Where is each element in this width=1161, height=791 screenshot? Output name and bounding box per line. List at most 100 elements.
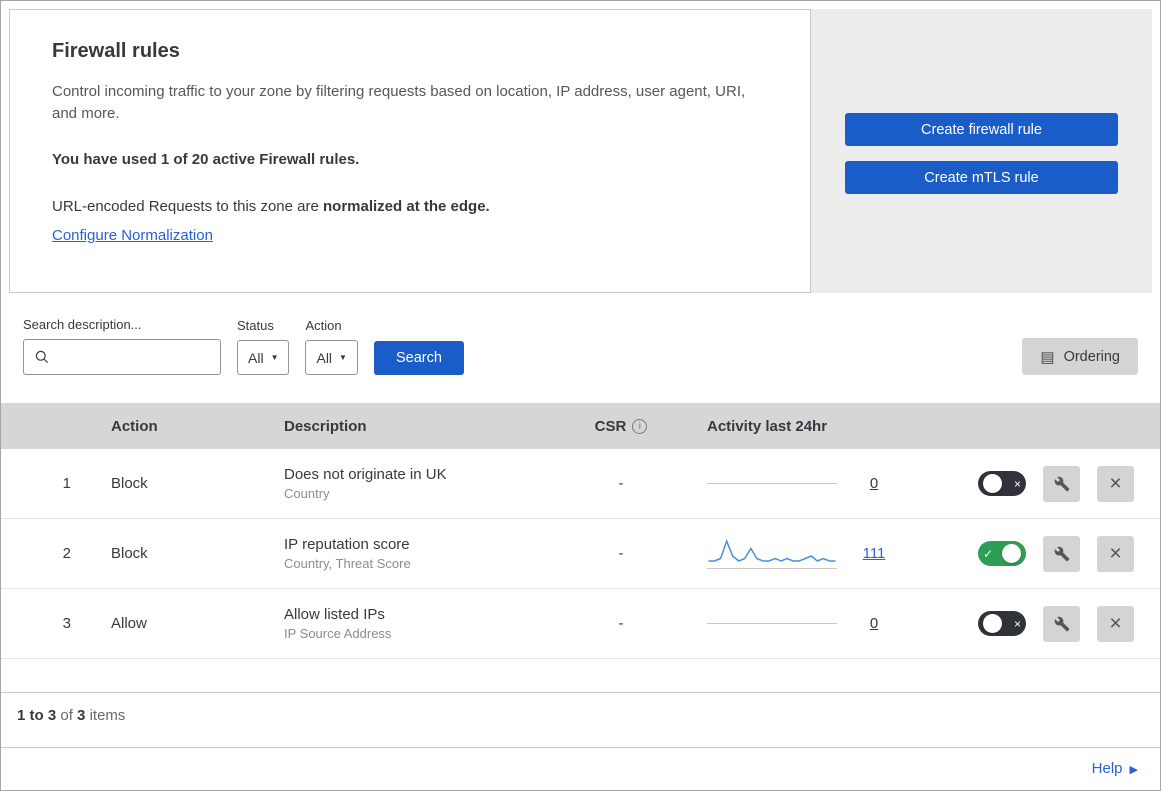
chevron-down-icon: ▼	[339, 353, 347, 362]
rule-activity-cell: 0	[677, 475, 909, 492]
rule-csr-value: -	[618, 615, 624, 632]
table-spacer	[1, 659, 1160, 692]
status-dropdown[interactable]: All ▼	[237, 340, 290, 375]
close-icon: ×	[1109, 472, 1122, 495]
x-icon: ×	[1013, 616, 1021, 631]
create-firewall-rule-button[interactable]: Create firewall rule	[845, 113, 1118, 146]
firewall-rules-page: Firewall rules Control incoming traffic …	[0, 0, 1161, 791]
rule-action: Block	[111, 545, 148, 562]
check-icon: ✓	[983, 546, 994, 561]
help-link[interactable]: Help ▶	[1092, 760, 1138, 777]
toggle-knob	[1002, 544, 1021, 563]
page-title: Firewall rules	[52, 40, 180, 62]
search-button[interactable]: Search	[373, 341, 464, 375]
pagination-summary: 1 to 3 of 3 items	[1, 692, 1160, 738]
rule-action: Allow	[111, 615, 147, 632]
activity-sparkline	[708, 538, 836, 562]
items-label: items	[89, 707, 126, 724]
action-dropdown-value: All	[316, 349, 333, 366]
wrench-icon	[1054, 616, 1069, 631]
firewall-intro-card: Firewall rules Control incoming traffic …	[9, 9, 811, 293]
search-icon	[35, 350, 49, 364]
rule-action: Block	[111, 475, 148, 492]
filter-toolbar: Search description... Status All ▼ Actio…	[1, 293, 1160, 403]
rule-csr-value: -	[618, 475, 624, 492]
ordering-button[interactable]: ▤ Ordering	[1022, 338, 1138, 375]
rule-activity-cell: 111	[677, 538, 909, 569]
actions-panel: Create firewall rule Create mTLS rule	[811, 9, 1152, 293]
page-description: Control incoming traffic to your zone by…	[52, 83, 746, 122]
search-input[interactable]	[58, 348, 210, 366]
activity-sparkline-area	[707, 538, 837, 569]
header-action-column: Action	[111, 417, 158, 435]
rule-description-cell: IP reputation score Country, Threat Scor…	[266, 536, 565, 571]
rule-description-cell: Allow listed IPs IP Source Address	[266, 606, 565, 641]
header-csr-column: CSR i	[565, 418, 677, 435]
close-icon: ×	[1109, 612, 1122, 635]
rule-criteria: IP Source Address	[284, 626, 392, 641]
action-label: Action	[305, 318, 342, 333]
close-icon: ×	[1109, 542, 1122, 565]
items-range: 1 to 3	[17, 707, 57, 724]
create-mtls-rule-button[interactable]: Create mTLS rule	[845, 161, 1118, 194]
toggle-knob	[983, 614, 1002, 633]
configure-normalization-link[interactable]: Configure Normalization	[52, 227, 213, 244]
rule-criteria: Country, Threat Score	[284, 556, 411, 571]
arrow-right-icon: ▶	[1129, 764, 1138, 776]
rule-row-3: 3 Allow Allow listed IPs IP Source Addre…	[1, 589, 1160, 659]
ordering-button-label: Ordering	[1063, 348, 1120, 365]
edit-rule-button[interactable]	[1043, 605, 1080, 642]
rule-description: Allow listed IPs	[284, 606, 385, 623]
status-label: Status	[237, 318, 274, 333]
edit-rule-button[interactable]	[1043, 465, 1080, 502]
header-description-column: Description	[284, 417, 367, 435]
activity-sparkline-empty	[707, 483, 837, 484]
info-icon[interactable]: i	[632, 418, 648, 434]
items-total: 3	[77, 707, 86, 724]
usage-summary: You have used 1 of 20 active Firewall ru…	[52, 150, 360, 168]
search-label: Search description...	[23, 317, 142, 332]
activity-count-link[interactable]: 0	[859, 475, 889, 492]
rule-criteria: Country	[284, 486, 330, 501]
action-dropdown[interactable]: All ▼	[305, 340, 358, 375]
rule-row-1: 1 Block Does not originate in UK Country…	[1, 449, 1160, 519]
rule-csr-value: -	[618, 545, 624, 562]
activity-count-link[interactable]: 0	[859, 615, 889, 632]
activity-count-link[interactable]: 111	[859, 545, 889, 562]
delete-rule-button[interactable]: ×	[1097, 605, 1134, 642]
x-icon: ×	[1013, 476, 1021, 491]
of-label: of	[60, 707, 73, 724]
help-bar: Help ▶	[1, 747, 1160, 790]
toggle-knob	[983, 474, 1002, 493]
rule-controls: ✓ × ×	[909, 465, 1160, 502]
rule-description: Does not originate in UK	[284, 466, 447, 483]
activity-sparkline-empty	[707, 623, 837, 624]
rules-table-header: Action Description CSR i Activity last 24…	[1, 403, 1160, 449]
rule-enabled-toggle[interactable]: ✓ ×	[978, 541, 1026, 566]
delete-rule-button[interactable]: ×	[1097, 465, 1134, 502]
rule-enabled-toggle[interactable]: ✓ ×	[978, 471, 1026, 496]
ordering-list-icon: ▤	[1040, 348, 1055, 366]
search-field-group: Search description...	[23, 317, 221, 375]
help-label: Help	[1091, 760, 1123, 777]
delete-rule-button[interactable]: ×	[1097, 535, 1134, 572]
wrench-icon	[1054, 476, 1069, 491]
rule-priority: 3	[62, 615, 71, 632]
rule-controls: ✓ × ×	[909, 605, 1160, 642]
rule-enabled-toggle[interactable]: ✓ ×	[978, 611, 1026, 636]
status-dropdown-value: All	[248, 349, 264, 366]
rule-priority: 2	[62, 545, 71, 562]
header-activity-column: Activity last 24hr	[707, 417, 828, 435]
rule-description: IP reputation score	[284, 536, 410, 553]
search-box[interactable]	[23, 339, 221, 375]
top-section: Firewall rules Control incoming traffic …	[1, 1, 1160, 293]
status-field-group: Status All ▼	[237, 318, 290, 375]
rule-activity-cell: 0	[677, 615, 909, 632]
normalization-text: URL-encoded Requests to this zone are	[52, 197, 323, 215]
normalization-bold-text: normalized at the edge.	[323, 197, 490, 215]
rule-priority: 1	[62, 475, 71, 492]
rule-description-cell: Does not originate in UK Country	[266, 466, 565, 501]
edit-rule-button[interactable]	[1043, 535, 1080, 572]
chevron-down-icon: ▼	[270, 353, 279, 362]
rule-controls: ✓ × ×	[909, 535, 1160, 572]
